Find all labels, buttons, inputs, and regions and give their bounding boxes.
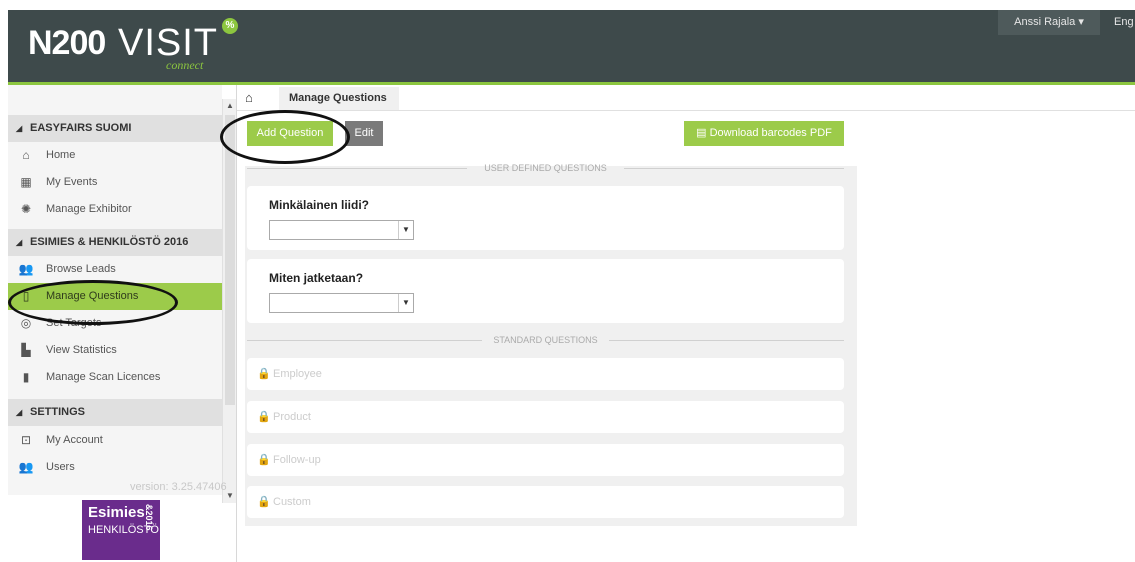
calendar-icon: ▦ [20, 175, 32, 189]
lock-icon: 🔒 [257, 454, 271, 466]
question-title: Miten jatketaan? [269, 271, 364, 285]
edit-button[interactable]: Edit [345, 121, 383, 146]
question-title: Minkälainen liidi? [269, 198, 370, 212]
collapse-triangle-icon: ◢ [16, 408, 23, 417]
user-defined-heading: USER DEFINED QUESTIONS [247, 161, 844, 175]
annotation-circle [220, 110, 350, 164]
pdf-icon: ▤ [696, 127, 710, 139]
breadcrumb: ⌂ Manage Questions [237, 87, 1135, 111]
event-logo: Esimies HENKILÖSTÖ &2016 [82, 500, 160, 560]
sidebar-item-users[interactable]: 👥 Users [8, 454, 222, 481]
sidebar-section-easyfairs[interactable]: ◢ EASYFAIRS SUOMI [8, 115, 222, 142]
collapse-triangle-icon: ◢ [16, 238, 23, 247]
question-card: Miten jatketaan? ▼ [247, 259, 844, 323]
question-select[interactable]: ▼ [269, 220, 414, 240]
question-card: Minkälainen liidi? ▼ [247, 186, 844, 250]
sidebar-item-manage-exhibitor[interactable]: ✺ Manage Exhibitor [8, 196, 222, 223]
home-icon: ⌂ [22, 148, 30, 162]
standard-heading: STANDARD QUESTIONS [247, 333, 844, 347]
link-icon: % [222, 18, 238, 34]
sidebar-item-home[interactable]: ⌂ Home [8, 142, 222, 169]
home-icon[interactable]: ⌂ [245, 90, 253, 105]
scroll-up-icon[interactable]: ▲ [223, 99, 237, 113]
version-label: version: 3.25.47406 [130, 481, 227, 493]
user-menu[interactable]: Anssi Rajala ▾ [998, 10, 1100, 35]
sidebar-item-manage-scan-licences[interactable]: ▮ Manage Scan Licences [8, 364, 222, 391]
lock-icon: 🔒 [257, 496, 271, 508]
standard-question-item[interactable]: 🔒 Product [247, 401, 844, 433]
scrollbar-thumb[interactable] [225, 115, 235, 405]
language-menu[interactable]: Eng [1100, 10, 1135, 35]
sidebar-scrollbar[interactable]: ▲ ▼ [222, 99, 236, 503]
chevron-down-icon: ▼ [398, 294, 413, 312]
sidebar-item-my-events[interactable]: ▦ My Events [8, 169, 222, 196]
standard-question-item[interactable]: 🔒 Custom [247, 486, 844, 518]
annotation-circle [8, 280, 178, 325]
sidebar-item-browse-leads[interactable]: 👥 Browse Leads [8, 256, 222, 283]
sidebar-section-settings[interactable]: ◢ SETTINGS [8, 399, 222, 426]
question-select[interactable]: ▼ [269, 293, 414, 313]
account-icon: ⊡ [20, 433, 32, 447]
lock-icon: 🔒 [257, 368, 271, 380]
collapse-triangle-icon: ◢ [16, 124, 23, 133]
standard-question-item[interactable]: 🔒 Follow-up [247, 444, 844, 476]
settings-icon: ✺ [20, 202, 32, 216]
bar-chart-icon: ▙ [21, 343, 31, 357]
phone-icon: ▮ [22, 370, 30, 384]
lock-icon: 🔒 [257, 411, 271, 423]
content-divider [236, 85, 237, 562]
users-icon: 👥 [18, 262, 34, 276]
chevron-down-icon: ▼ [398, 221, 413, 239]
sidebar-item-my-account[interactable]: ⊡ My Account [8, 427, 222, 454]
logo-connect: connect [166, 58, 204, 72]
n200-visit-logo[interactable]: N200 VISIT connect % [26, 10, 246, 74]
breadcrumb-current: Manage Questions [279, 87, 399, 110]
download-barcodes-pdf-button[interactable]: ▤ Download barcodes PDF [684, 121, 844, 146]
sidebar-item-view-statistics[interactable]: ▙ View Statistics [8, 337, 222, 364]
sidebar-section-esimies[interactable]: ◢ ESIMIES & HENKILÖSTÖ 2016 [8, 229, 222, 256]
standard-question-item[interactable]: 🔒 Employee [247, 358, 844, 390]
users-icon: 👥 [18, 460, 34, 474]
logo-n200: N200 [28, 24, 106, 62]
